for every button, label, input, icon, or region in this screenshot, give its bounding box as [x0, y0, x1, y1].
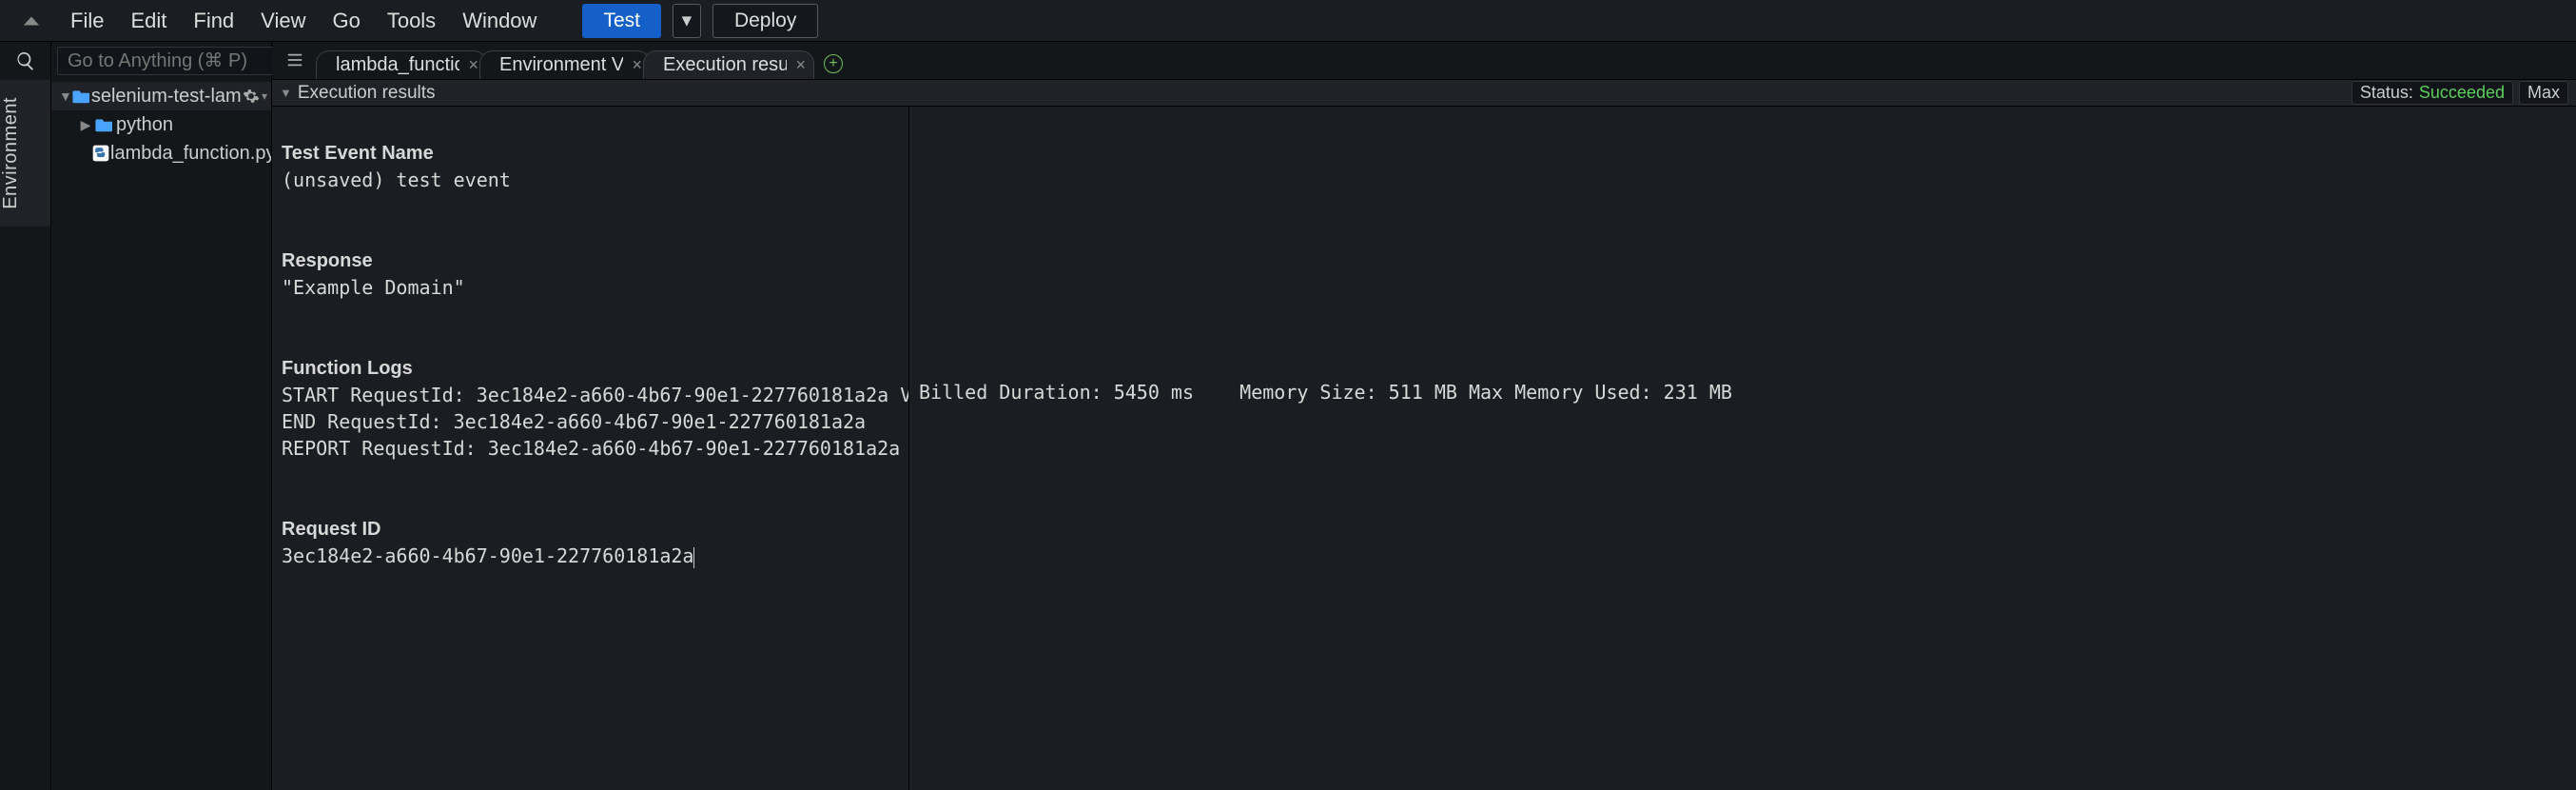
max-badge: Max [2519, 81, 2568, 105]
log-line: START RequestId: 3ec184e2-a660-4b67-90e1… [282, 384, 909, 406]
close-icon[interactable]: × [632, 55, 642, 75]
close-icon[interactable]: × [795, 55, 806, 75]
menubar: File Edit Find View Go Tools Window Test… [0, 0, 2576, 42]
search-icon[interactable] [0, 42, 50, 80]
tree-file-lambda[interactable]: lambda_function.py [51, 139, 271, 168]
text-cursor [693, 547, 694, 568]
menu-view[interactable]: View [247, 0, 319, 42]
status-badge: Status: Succeeded [2352, 81, 2513, 105]
request-id-value: 3ec184e2-a660-4b67-90e1-227760181a2a [282, 544, 693, 567]
tab-environment-variables[interactable]: Environment Variables × [479, 50, 651, 79]
folder-icon [72, 89, 91, 104]
tabstrip: lambda_function.py × Environment Variabl… [272, 42, 2576, 80]
tab-execution-results[interactable]: Execution results × [643, 50, 814, 79]
menu-go[interactable]: Go [319, 0, 373, 42]
menu-find[interactable]: Find [180, 0, 247, 42]
folder-icon [93, 117, 116, 132]
status-label: Status: [2360, 83, 2413, 103]
request-id-header: Request ID [282, 519, 381, 540]
test-event-name-value: (unsaved) test event [282, 168, 511, 191]
results-pane-right[interactable]: Billed Duration: 5450 ms Memory Size: 51… [909, 107, 2576, 790]
left-gutter: Environment [0, 42, 51, 790]
log-line-right: Billed Duration: 5450 ms Memory Size: 51… [919, 381, 1732, 404]
tree-item-label: python [116, 114, 173, 136]
editor-main: lambda_function.py × Environment Variabl… [272, 42, 2576, 790]
status-value: Succeeded [2419, 83, 2505, 103]
function-logs-header: Function Logs [282, 358, 413, 379]
chevron-down-icon: ▼ [59, 89, 72, 104]
chevron-down-icon[interactable]: ▼ [280, 86, 292, 100]
menu-window[interactable]: Window [449, 0, 550, 42]
results-subheader: ▼ Execution results Status: Succeeded Ma… [272, 80, 2576, 107]
test-button[interactable]: Test [582, 4, 661, 38]
environment-panel-tab[interactable]: Environment [0, 80, 50, 227]
caret-down-icon: ▾ [682, 9, 693, 32]
plus-icon: + [829, 55, 837, 72]
response-header: Response [282, 250, 373, 271]
file-explorer-sidebar: ▼ selenium-test-lambda ▾ ▶ python [51, 42, 272, 790]
subheader-title: Execution results [298, 83, 436, 104]
add-tab-button[interactable]: + [824, 54, 843, 73]
tab-label: lambda_function.py [336, 54, 459, 76]
gear-icon[interactable]: ▾ [243, 88, 267, 105]
tree-folder-python[interactable]: ▶ python [51, 110, 271, 139]
test-dropdown-button[interactable]: ▾ [673, 4, 701, 38]
caret-down-icon: ▾ [262, 89, 267, 103]
tree-root-label: selenium-test-lambda [91, 86, 243, 108]
file-tree: ▼ selenium-test-lambda ▾ ▶ python [51, 80, 271, 169]
test-event-name-header: Test Event Name [282, 143, 434, 164]
close-icon[interactable]: × [468, 55, 478, 75]
chevron-right-icon: ▶ [78, 117, 93, 133]
tree-root-folder[interactable]: ▼ selenium-test-lambda ▾ [51, 82, 271, 110]
python-file-icon [91, 144, 110, 163]
max-label: Max [2527, 83, 2560, 103]
tab-list-icon[interactable] [280, 45, 310, 75]
response-value: "Example Domain" [282, 276, 465, 299]
tab-label: Environment Variables [499, 54, 623, 76]
log-line: END RequestId: 3ec184e2-a660-4b67-90e1-2… [282, 410, 866, 433]
tree-item-label: lambda_function.py [110, 143, 271, 165]
results-pane-left[interactable]: Test Event Name (unsaved) test event Res… [272, 107, 909, 790]
tab-label: Execution results [663, 54, 787, 76]
log-line: REPORT RequestId: 3ec184e2-a660-4b67-90e… [282, 437, 909, 460]
collapse-up-icon[interactable] [19, 15, 44, 27]
deploy-button[interactable]: Deploy [712, 4, 818, 38]
menu-file[interactable]: File [57, 0, 117, 42]
menu-edit[interactable]: Edit [117, 0, 180, 42]
results-content: Test Event Name (unsaved) test event Res… [272, 107, 2576, 790]
tab-lambda-function[interactable]: lambda_function.py × [316, 50, 487, 79]
menu-tools[interactable]: Tools [374, 0, 449, 42]
